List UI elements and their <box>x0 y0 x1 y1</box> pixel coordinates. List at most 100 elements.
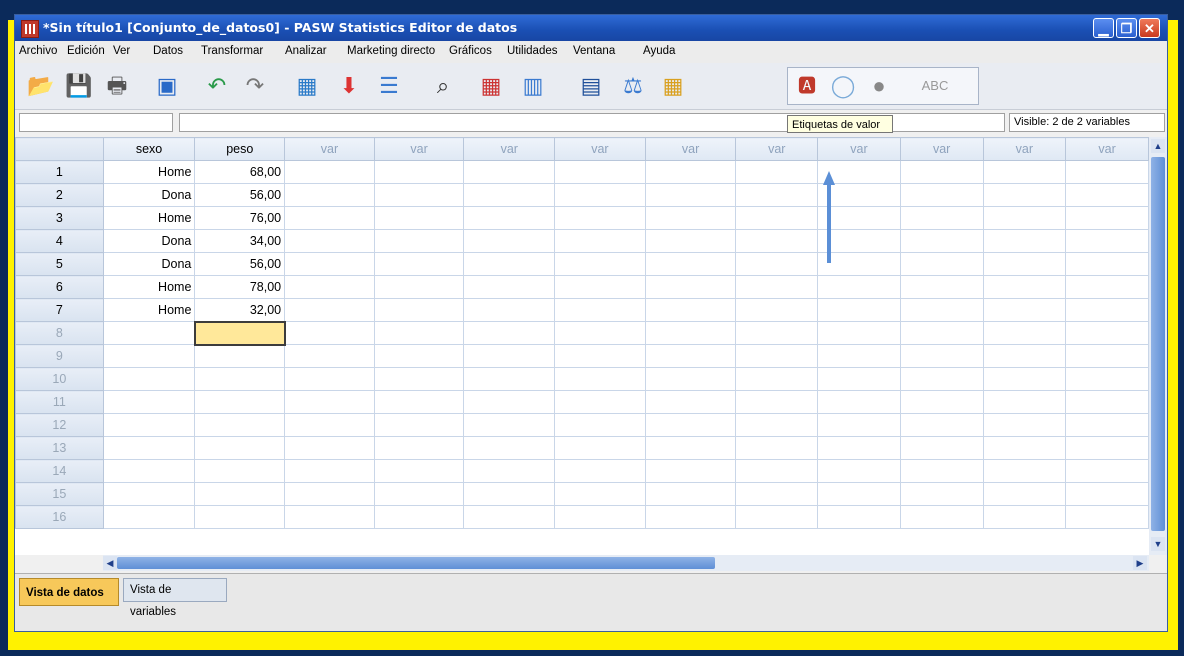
menu-item-ver[interactable]: Ver <box>113 45 130 57</box>
cell-empty[interactable] <box>899 183 984 207</box>
row-header[interactable]: 8 <box>15 321 104 345</box>
cell-empty[interactable] <box>899 160 984 184</box>
undo-icon[interactable]: ↶ <box>201 71 233 101</box>
cell-empty[interactable] <box>735 252 819 276</box>
cell-empty[interactable] <box>284 229 375 253</box>
cell-empty[interactable] <box>899 413 984 437</box>
cell-empty[interactable] <box>817 505 901 529</box>
cell-empty[interactable] <box>554 367 646 391</box>
row-header[interactable]: 2 <box>15 183 104 207</box>
cell-empty[interactable] <box>644 183 737 207</box>
cell-empty[interactable] <box>102 505 196 529</box>
column-header-var[interactable]: var <box>644 137 737 161</box>
cell-empty[interactable] <box>463 344 556 368</box>
cell-empty[interactable] <box>102 367 196 391</box>
cell-empty[interactable] <box>284 436 375 460</box>
cell-empty[interactable] <box>102 390 196 414</box>
cell-empty[interactable] <box>899 344 984 368</box>
cell-peso[interactable]: 78,00 <box>194 275 286 299</box>
cell-sexo[interactable]: Dona <box>102 229 196 253</box>
cell-empty[interactable] <box>899 367 984 391</box>
cell-empty[interactable] <box>817 298 901 322</box>
cell-empty[interactable] <box>554 206 646 230</box>
row-header[interactable]: 3 <box>15 206 104 230</box>
cell-empty[interactable] <box>102 413 196 437</box>
row-header[interactable]: 14 <box>15 459 104 483</box>
use-sets-icon[interactable]: ◯ <box>827 71 859 101</box>
cell-empty[interactable] <box>463 229 556 253</box>
cell-empty[interactable] <box>644 298 737 322</box>
cell-empty[interactable] <box>817 459 901 483</box>
redo-icon[interactable]: ↷ <box>239 71 271 101</box>
cell-peso[interactable]: 76,00 <box>194 206 286 230</box>
cell-empty[interactable] <box>373 344 465 368</box>
cell-empty[interactable] <box>1065 252 1149 276</box>
cell-empty[interactable] <box>554 252 646 276</box>
cell-empty[interactable] <box>817 482 901 506</box>
cell-empty[interactable] <box>1065 390 1149 414</box>
cell-empty[interactable] <box>817 344 901 368</box>
cell-empty[interactable] <box>554 482 646 506</box>
cell-empty[interactable] <box>735 482 819 506</box>
cell-empty[interactable] <box>1065 413 1149 437</box>
cell-empty[interactable] <box>644 482 737 506</box>
maximize-button[interactable]: ❐ <box>1116 18 1137 38</box>
cell-empty[interactable] <box>463 160 556 184</box>
cell-empty[interactable] <box>644 229 737 253</box>
menu-item-utilidades[interactable]: Utilidades <box>507 45 558 57</box>
cell-empty[interactable] <box>373 390 465 414</box>
cell-empty[interactable] <box>554 459 646 483</box>
column-header-var[interactable]: var <box>982 137 1067 161</box>
cell-empty[interactable] <box>735 459 819 483</box>
cell-peso[interactable]: 56,00 <box>194 183 286 207</box>
cell-empty[interactable] <box>817 413 901 437</box>
cell-empty[interactable] <box>1065 367 1149 391</box>
cell-empty[interactable] <box>373 206 465 230</box>
cell-empty[interactable] <box>284 367 375 391</box>
cell-empty[interactable] <box>817 367 901 391</box>
spell-check-icon[interactable]: ABC <box>919 71 951 101</box>
cell-empty[interactable] <box>735 229 819 253</box>
cell-empty[interactable] <box>644 367 737 391</box>
cell-empty[interactable] <box>194 482 286 506</box>
cell-empty[interactable] <box>644 436 737 460</box>
cell-empty[interactable] <box>284 344 375 368</box>
row-header[interactable]: 16 <box>15 505 104 529</box>
row-header[interactable]: 13 <box>15 436 104 460</box>
cell-empty[interactable] <box>899 206 984 230</box>
cell-empty[interactable] <box>735 413 819 437</box>
cell-empty[interactable] <box>982 183 1067 207</box>
row-header[interactable]: 12 <box>15 413 104 437</box>
column-header-var[interactable]: var <box>735 137 819 161</box>
open-icon[interactable]: 📂 <box>25 71 57 101</box>
title-bar[interactable]: *Sin título1 [Conjunto_de_datos0] - PASW… <box>15 15 1167 41</box>
cell-empty[interactable] <box>194 413 286 437</box>
cell-empty[interactable] <box>735 390 819 414</box>
menu-item-archivo[interactable]: Archivo <box>19 45 57 57</box>
vertical-scroll-thumb[interactable] <box>1151 157 1165 531</box>
cell-empty[interactable] <box>982 275 1067 299</box>
cell-empty[interactable] <box>1065 275 1149 299</box>
cell-empty[interactable] <box>735 344 819 368</box>
row-header[interactable]: 1 <box>15 160 104 184</box>
cell-empty[interactable] <box>982 505 1067 529</box>
cell-empty[interactable] <box>817 436 901 460</box>
cell-empty[interactable] <box>899 436 984 460</box>
column-header-sexo[interactable]: sexo <box>102 137 196 161</box>
cell-empty[interactable] <box>644 275 737 299</box>
cell-empty[interactable] <box>373 505 465 529</box>
cell-peso[interactable]: 68,00 <box>194 160 286 184</box>
cell-empty[interactable] <box>1065 183 1149 207</box>
cell-empty[interactable] <box>373 482 465 506</box>
cell-empty[interactable] <box>194 459 286 483</box>
cell-empty[interactable] <box>554 183 646 207</box>
cell-empty[interactable] <box>735 367 819 391</box>
select-cases-icon[interactable]: ▦ <box>657 71 689 101</box>
cell-empty[interactable] <box>102 459 196 483</box>
cell-empty[interactable] <box>373 183 465 207</box>
cell-sexo[interactable]: Home <box>102 160 196 184</box>
weight-cases-icon[interactable]: ⚖ <box>617 71 649 101</box>
split-file-icon[interactable]: ▤ <box>575 71 607 101</box>
cell-empty[interactable] <box>463 459 556 483</box>
cell-empty[interactable] <box>899 252 984 276</box>
